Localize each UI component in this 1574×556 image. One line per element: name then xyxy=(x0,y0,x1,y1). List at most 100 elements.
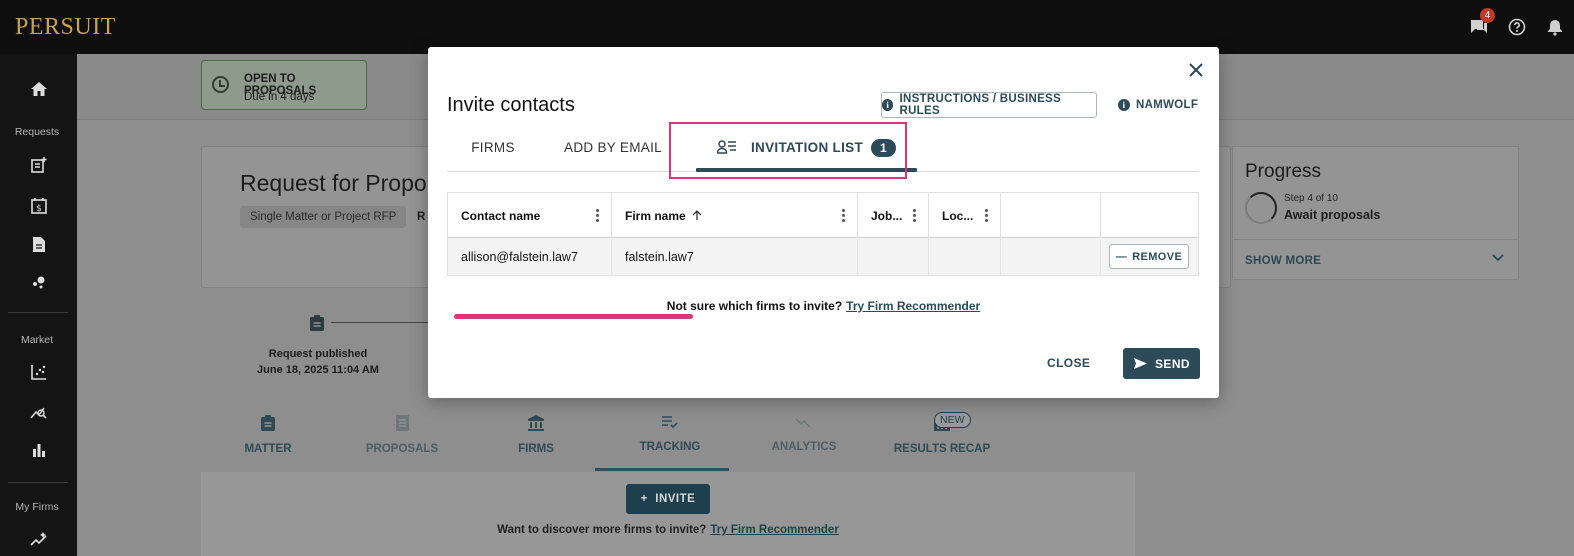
instructions-label: INSTRUCTIONS / BUSINESS RULES xyxy=(899,93,1061,117)
progress-step: Step 4 of 10 xyxy=(1284,193,1338,204)
clipboard-icon xyxy=(309,314,325,337)
sidebar-section-requests: Requests xyxy=(14,126,60,138)
tab-firms[interactable]: FIRMS xyxy=(469,414,603,455)
remove-button[interactable]: — REMOVE xyxy=(1109,244,1189,269)
sidebar-divider xyxy=(8,482,68,483)
progress-state: Await proposals xyxy=(1284,208,1381,222)
matter-icon xyxy=(261,415,275,431)
pricing-calendar-icon[interactable]: $ xyxy=(0,190,77,220)
chevron-down-icon[interactable] xyxy=(1492,254,1504,262)
modal-firm-recommender-link[interactable]: Try Firm Recommender xyxy=(846,299,980,313)
tab-add-by-email-label: ADD BY EMAIL xyxy=(564,140,662,155)
progress-title: Progress xyxy=(1245,161,1322,182)
remove-button-label: REMOVE xyxy=(1132,250,1183,263)
table-row: allison@falstein.law7 falstein.law7 — RE… xyxy=(448,238,1198,275)
tab-analytics-label: ANALYTICS xyxy=(771,441,837,453)
page-tabs: MATTER PROPOSALS FIRMS TRACKING ANALYTIC… xyxy=(201,406,1135,472)
tab-analytics[interactable]: ANALYTICS xyxy=(737,414,871,453)
rfp-chip-cut: R xyxy=(417,211,426,223)
column-empty xyxy=(1001,193,1101,238)
bell-icon[interactable] xyxy=(1536,0,1574,54)
tab-add-by-email[interactable]: ADD BY EMAIL xyxy=(549,123,677,172)
info-icon: i xyxy=(1118,99,1130,111)
clock-icon xyxy=(212,76,229,93)
show-more-button[interactable]: SHOW MORE xyxy=(1245,255,1321,267)
column-menu-icon[interactable] xyxy=(596,209,599,224)
analytics-icon xyxy=(795,418,811,428)
tab-modal-firms-label: FIRMS xyxy=(471,140,515,155)
tab-proposals-label: PROPOSALS xyxy=(365,443,439,455)
help-icon[interactable] xyxy=(1498,0,1536,54)
insights-icon[interactable] xyxy=(0,267,77,297)
tab-firms-label: FIRMS xyxy=(518,443,554,455)
sidebar-section-market: Market xyxy=(20,334,54,346)
rfp-title: Request for Propo xyxy=(240,170,427,196)
invite-button[interactable]: + INVITE xyxy=(626,484,710,514)
sort-ascending-icon[interactable] xyxy=(692,210,702,221)
progress-divider xyxy=(1233,239,1518,240)
column-job-label: Job... xyxy=(871,208,903,223)
hint-text: Not sure which firms to invite? xyxy=(666,299,843,313)
column-firm-name[interactable]: Firm name xyxy=(612,193,858,238)
bar-chart-icon[interactable] xyxy=(0,435,77,465)
sidebar-section-my-firms: My Firms xyxy=(15,501,59,513)
progress-ring-icon xyxy=(1245,192,1277,224)
table-header: Contact name Firm name Job... Loc... xyxy=(448,193,1198,238)
status-subtitle: Due in 4 days xyxy=(244,91,315,103)
column-location-label: Loc... xyxy=(942,208,974,223)
new-badge: NEW xyxy=(934,412,971,428)
tab-modal-firms[interactable]: FIRMS xyxy=(447,123,539,172)
column-menu-icon[interactable] xyxy=(985,209,988,224)
new-request-icon[interactable] xyxy=(0,150,77,180)
column-firm-name-label: Firm name xyxy=(625,208,686,223)
tab-matter[interactable]: MATTER xyxy=(201,414,335,455)
tab-results-recap-label: RESULTS RECAP xyxy=(893,443,991,455)
status-box: OPEN TO PROPOSALS Due in 4 days xyxy=(201,60,367,110)
close-button[interactable]: CLOSE xyxy=(1047,350,1090,376)
tab-tracking[interactable]: TRACKING xyxy=(603,414,737,453)
discover-firms: Want to discover more firms to invite? Tr… xyxy=(77,524,1259,536)
invite-button-label: INVITE xyxy=(655,493,696,505)
timeline-line xyxy=(331,322,431,323)
top-bar: PERSUIT 4 xyxy=(0,0,1574,54)
minus-icon: — xyxy=(1115,250,1128,263)
tracking-icon xyxy=(662,416,678,429)
close-icon[interactable] xyxy=(1186,60,1206,80)
plus-icon: + xyxy=(640,493,656,505)
notification-badge: 4 xyxy=(1480,8,1495,23)
top-icons: 4 xyxy=(1460,0,1574,54)
firm-recommender-link[interactable]: Try Firm Recommender xyxy=(710,524,838,536)
cell-location xyxy=(929,238,1001,275)
firms-trend-icon[interactable] xyxy=(0,524,77,554)
column-menu-icon[interactable] xyxy=(913,209,916,224)
instructions-button[interactable]: i INSTRUCTIONS / BUSINESS RULES xyxy=(881,92,1097,118)
send-icon xyxy=(1134,358,1148,369)
market-search-icon[interactable] xyxy=(0,396,77,426)
column-job[interactable]: Job... xyxy=(858,193,929,238)
column-location[interactable]: Loc... xyxy=(929,193,1001,238)
cell-firm-name: falstein.law7 xyxy=(612,238,858,275)
column-contact-name[interactable]: Contact name xyxy=(448,193,612,238)
tab-tracking-label: TRACKING xyxy=(639,441,701,453)
scatter-chart-icon[interactable] xyxy=(0,357,77,387)
firm-recommender-hint: Not sure which firms to invite? Try Firm … xyxy=(428,299,1219,313)
tab-proposals[interactable]: PROPOSALS xyxy=(335,414,469,455)
sidebar: Requests $ Market My Firms xyxy=(0,54,77,556)
persuit-logo[interactable]: PERSUIT xyxy=(15,14,116,41)
send-button[interactable]: SEND xyxy=(1123,348,1200,379)
messages-icon[interactable]: 4 xyxy=(1460,0,1498,54)
highlight-annotation xyxy=(669,122,907,179)
send-button-label: SEND xyxy=(1155,356,1190,371)
invitation-table: Contact name Firm name Job... Loc... all… xyxy=(447,192,1199,276)
home-icon[interactable] xyxy=(0,74,77,104)
progress-card: Progress Step 4 of 10 Await proposals SH… xyxy=(1232,146,1519,280)
column-menu-icon[interactable] xyxy=(842,209,845,224)
sidebar-divider xyxy=(8,312,68,313)
bank-icon xyxy=(528,415,544,431)
active-tab-underline xyxy=(595,468,729,471)
cell-empty xyxy=(1001,238,1101,275)
document-icon[interactable] xyxy=(0,229,77,259)
underline-annotation xyxy=(454,314,693,319)
svg-text:$: $ xyxy=(36,204,42,214)
namwolf-button[interactable]: i NAMWOLF xyxy=(1118,92,1198,118)
